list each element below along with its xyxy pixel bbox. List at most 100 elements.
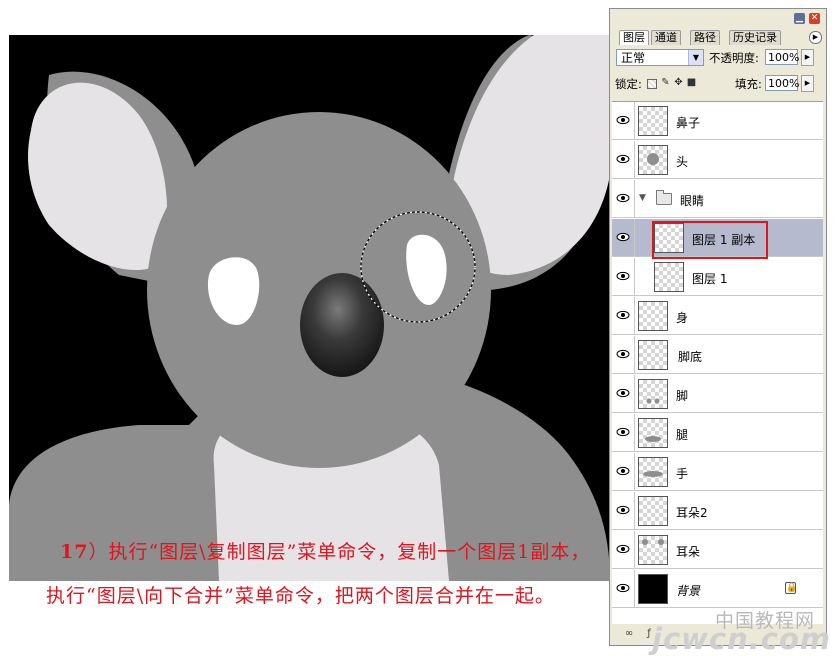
palette-tabs: 图层 通道 路径 历史记录 ▶ (612, 30, 824, 45)
opacity-label: 不透明度: (709, 51, 759, 65)
eye-icon (616, 466, 630, 476)
layer-thumbnail (638, 574, 668, 604)
layer-name: 身 (676, 311, 689, 325)
visibility-toggle[interactable] (612, 180, 635, 217)
fill-label: 填充: (735, 77, 762, 91)
layer-thumbnail (654, 262, 684, 292)
palette-menu-icon[interactable]: ▶ (809, 31, 822, 44)
fill-input[interactable]: 100% (765, 75, 799, 91)
visibility-toggle[interactable] (612, 258, 635, 295)
layer-name: 脚底 (678, 350, 703, 364)
layer-list: 鼻子 头 ▼ 眼睛 图层 1 副本 图层 1 身 脚底 脚 腿 手 耳朵2 耳朵… (612, 101, 823, 624)
eye-icon (616, 583, 630, 593)
layer-group-eyes[interactable]: ▼ 眼睛 (612, 180, 823, 218)
visibility-toggle[interactable] (612, 414, 635, 451)
layer-thumbnail (638, 457, 668, 487)
eye-icon (616, 193, 630, 203)
tab-channels[interactable]: 通道 (651, 30, 681, 45)
blend-mode-select[interactable]: 正常 ▼ (616, 49, 704, 66)
layer-thumbnail (638, 535, 668, 565)
layer-thumbnail (638, 418, 668, 448)
layer-thumbnail (638, 379, 668, 409)
visibility-toggle[interactable] (612, 453, 635, 490)
eye-icon (616, 544, 630, 554)
visibility-toggle[interactable] (612, 531, 635, 568)
layer-thumbnail (638, 496, 668, 526)
fill-slider-arrow-icon[interactable]: ▶ (801, 75, 814, 92)
lock-move-icon[interactable]: ✥ (673, 77, 684, 88)
layer-row-layer1-copy[interactable]: 图层 1 副本 (612, 219, 823, 259)
ear-thumbnail-icon (642, 539, 664, 545)
chevron-down-icon[interactable]: ▼ (688, 50, 703, 65)
visibility-toggle[interactable] (612, 570, 635, 607)
tab-layers[interactable]: 图层 (619, 30, 649, 45)
watermark-site-url: jcwcn.com (652, 622, 832, 656)
layer-name: 图层 1 (692, 272, 728, 286)
document-canvas[interactable] (9, 35, 610, 581)
eye-icon (616, 115, 630, 125)
opacity-slider-arrow-icon[interactable]: ▶ (801, 49, 814, 66)
layers-palette: ▁ ✕ 图层 通道 路径 历史记录 ▶ 正常 ▼ 不透明度: 100% ▶ 锁定… (609, 8, 827, 646)
leg-thumbnail-icon (645, 436, 661, 442)
eye-icon (616, 310, 630, 320)
visibility-toggle[interactable] (612, 375, 635, 412)
layer-name: 眼睛 (680, 194, 705, 208)
visibility-toggle[interactable] (612, 102, 635, 139)
highlight-box (652, 221, 768, 259)
eye-icon (616, 154, 630, 164)
eye-icon (616, 505, 630, 515)
caption-line-2: 执行“图层\向下合并”菜单命令，把两个图层合并在一起。 (46, 585, 555, 607)
visibility-toggle[interactable] (612, 141, 635, 178)
close-icon[interactable]: ✕ (809, 13, 820, 24)
layer-name: 头 (676, 155, 689, 169)
visibility-toggle[interactable] (612, 492, 635, 529)
eye-icon (616, 388, 630, 398)
minimize-icon[interactable]: ▁ (794, 13, 805, 24)
layer-row-ear2[interactable]: 耳朵2 (612, 492, 823, 530)
lock-row: 锁定: ✎ ✥ ■ 填充: 100% ▶ (613, 74, 825, 94)
hand-thumbnail-icon (643, 471, 663, 477)
lock-transparency-icon[interactable] (647, 79, 657, 89)
lock-all-icon[interactable]: ■ (686, 77, 697, 88)
layer-name: 手 (676, 467, 689, 481)
layer-row-nose[interactable]: 鼻子 (612, 102, 823, 140)
layer-row-background[interactable]: 背景 🔒 (612, 570, 823, 608)
layer-row-foot[interactable]: 脚 (612, 375, 823, 413)
visibility-toggle[interactable] (612, 297, 635, 334)
layer-thumbnail (638, 340, 668, 370)
lock-icon: 🔒 (785, 582, 798, 594)
layer-name: 耳朵2 (676, 506, 708, 520)
layer-row-ear[interactable]: 耳朵 (612, 531, 823, 569)
layer-name: 背景 (676, 584, 701, 598)
visibility-toggle[interactable] (612, 336, 635, 373)
eye-icon (616, 271, 630, 281)
layer-row-layer1[interactable]: 图层 1 (612, 258, 823, 296)
layer-thumbnail (638, 145, 668, 175)
visibility-toggle[interactable] (612, 219, 635, 256)
palette-titlebar[interactable]: ▁ ✕ (610, 9, 826, 29)
tab-paths[interactable]: 路径 (690, 30, 720, 45)
koala-nose (300, 273, 384, 377)
layer-thumbnail (638, 106, 668, 136)
layer-name: 鼻子 (676, 116, 701, 130)
folder-icon (656, 190, 672, 205)
layer-row-body[interactable]: 身 (612, 297, 823, 335)
layer-name: 脚 (676, 389, 689, 403)
layer-row-leg[interactable]: 腿 (612, 414, 823, 452)
layer-row-sole[interactable]: 脚底 (612, 336, 823, 374)
eye-icon (616, 232, 630, 242)
expand-triangle-icon[interactable]: ▼ (639, 193, 646, 203)
link-layers-icon[interactable]: ∞ (622, 628, 636, 639)
lock-brush-icon[interactable]: ✎ (660, 77, 671, 88)
layer-row-hand[interactable]: 手 (612, 453, 823, 491)
eye-icon (616, 427, 630, 437)
tab-history[interactable]: 历史记录 (729, 30, 781, 45)
layer-thumbnail (638, 301, 668, 331)
lock-label: 锁定: (615, 77, 642, 91)
head-thumbnail-icon (647, 153, 659, 165)
caption-line-1: 17）执行“图层\复制图层”菜单命令，复制一个图层1副本， (60, 541, 591, 563)
layer-row-head[interactable]: 头 (612, 141, 823, 179)
foot-thumbnail-icon (646, 398, 660, 404)
blend-row: 正常 ▼ 不透明度: 100% ▶ (613, 49, 825, 69)
opacity-input[interactable]: 100% (765, 49, 799, 65)
